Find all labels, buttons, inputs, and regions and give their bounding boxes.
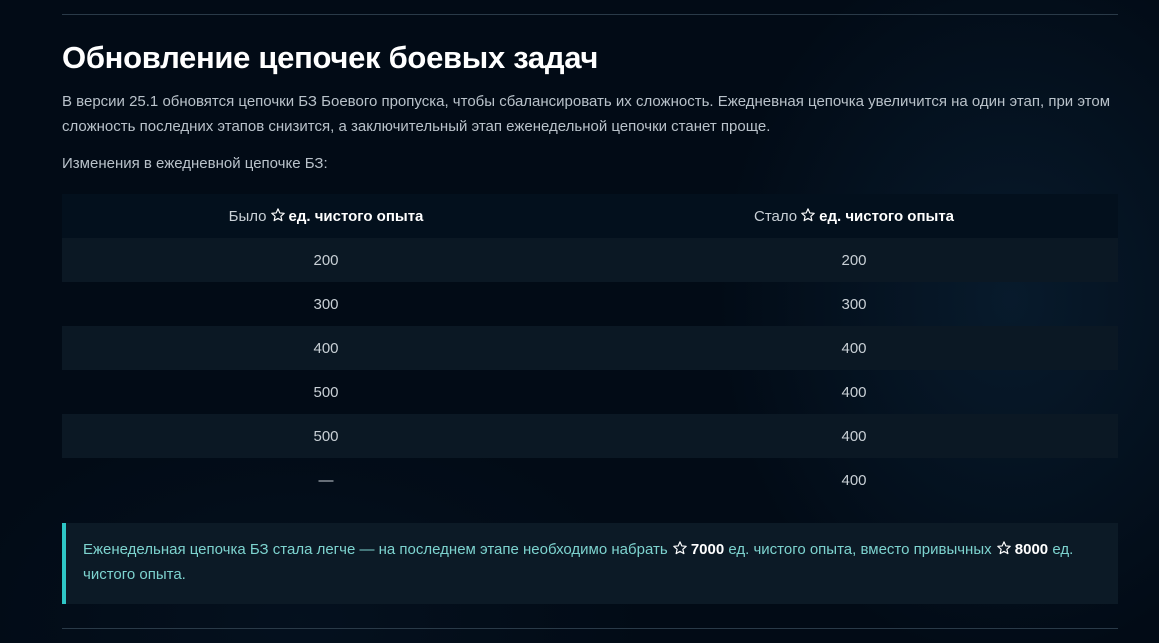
intro-paragraph: В версии 25.1 обновятся цепочки БЗ Боево… bbox=[62, 93, 1111, 135]
table-row: — 400 bbox=[62, 458, 1118, 502]
weekly-chain-callout: Еженедельная цепочка БЗ стала легче — на… bbox=[62, 523, 1118, 604]
cell-before: 500 bbox=[313, 427, 339, 445]
column-after-label: Стало bbox=[753, 208, 798, 225]
cell-before: 400 bbox=[313, 339, 339, 357]
star-outline-icon bbox=[996, 541, 1011, 555]
note-text-1: Еженедельная цепочка БЗ стала легче — на… bbox=[83, 541, 672, 558]
cell-after: 400 bbox=[841, 471, 867, 489]
table-row: 500 400 bbox=[62, 370, 1118, 414]
note-value-new: 7000 bbox=[690, 541, 725, 558]
cell-after: 200 bbox=[841, 251, 867, 269]
table-lead-text: Изменения в ежедневной цепочке БЗ: bbox=[62, 155, 328, 172]
table-row: 400 400 bbox=[62, 326, 1118, 370]
cell-after: 400 bbox=[841, 339, 867, 357]
bottom-divider bbox=[62, 628, 1118, 629]
table-row: 300 300 bbox=[62, 282, 1118, 326]
top-divider bbox=[62, 14, 1118, 15]
star-outline-icon bbox=[270, 208, 285, 222]
note-value-old: 8000 bbox=[1014, 541, 1049, 558]
table-header-row: Было ед. чистого опыта Стало ед. чистого о… bbox=[62, 194, 1118, 238]
star-outline-icon bbox=[801, 208, 815, 222]
table-row: 200 200 bbox=[62, 238, 1118, 282]
cell-before: 500 bbox=[313, 383, 339, 401]
table-row: 500 400 bbox=[62, 414, 1118, 458]
cell-before: — bbox=[318, 471, 334, 489]
star-outline-icon bbox=[673, 541, 687, 555]
note-text-2: ед. чистого опыта, вместо привычных bbox=[724, 541, 996, 558]
cell-before: 200 bbox=[313, 251, 339, 269]
column-header-before: Было ед. чистого опыта bbox=[62, 194, 590, 238]
cell-after: 300 bbox=[841, 295, 867, 313]
daily-chain-table: Было ед. чистого опыта Стало ед. чистого о… bbox=[62, 194, 1118, 502]
column-before-unit: ед. чистого опыта bbox=[288, 208, 424, 225]
column-header-after: Стало ед. чистого опыта bbox=[590, 194, 1118, 238]
column-before-label: Было bbox=[228, 208, 267, 225]
cell-before: 300 bbox=[313, 295, 339, 313]
cell-after: 400 bbox=[841, 383, 867, 401]
page-title: Обновление цепочек боевых задач bbox=[62, 40, 599, 75]
cell-after: 400 bbox=[841, 427, 867, 445]
column-after-unit: ед. чистого опыта bbox=[819, 208, 955, 225]
